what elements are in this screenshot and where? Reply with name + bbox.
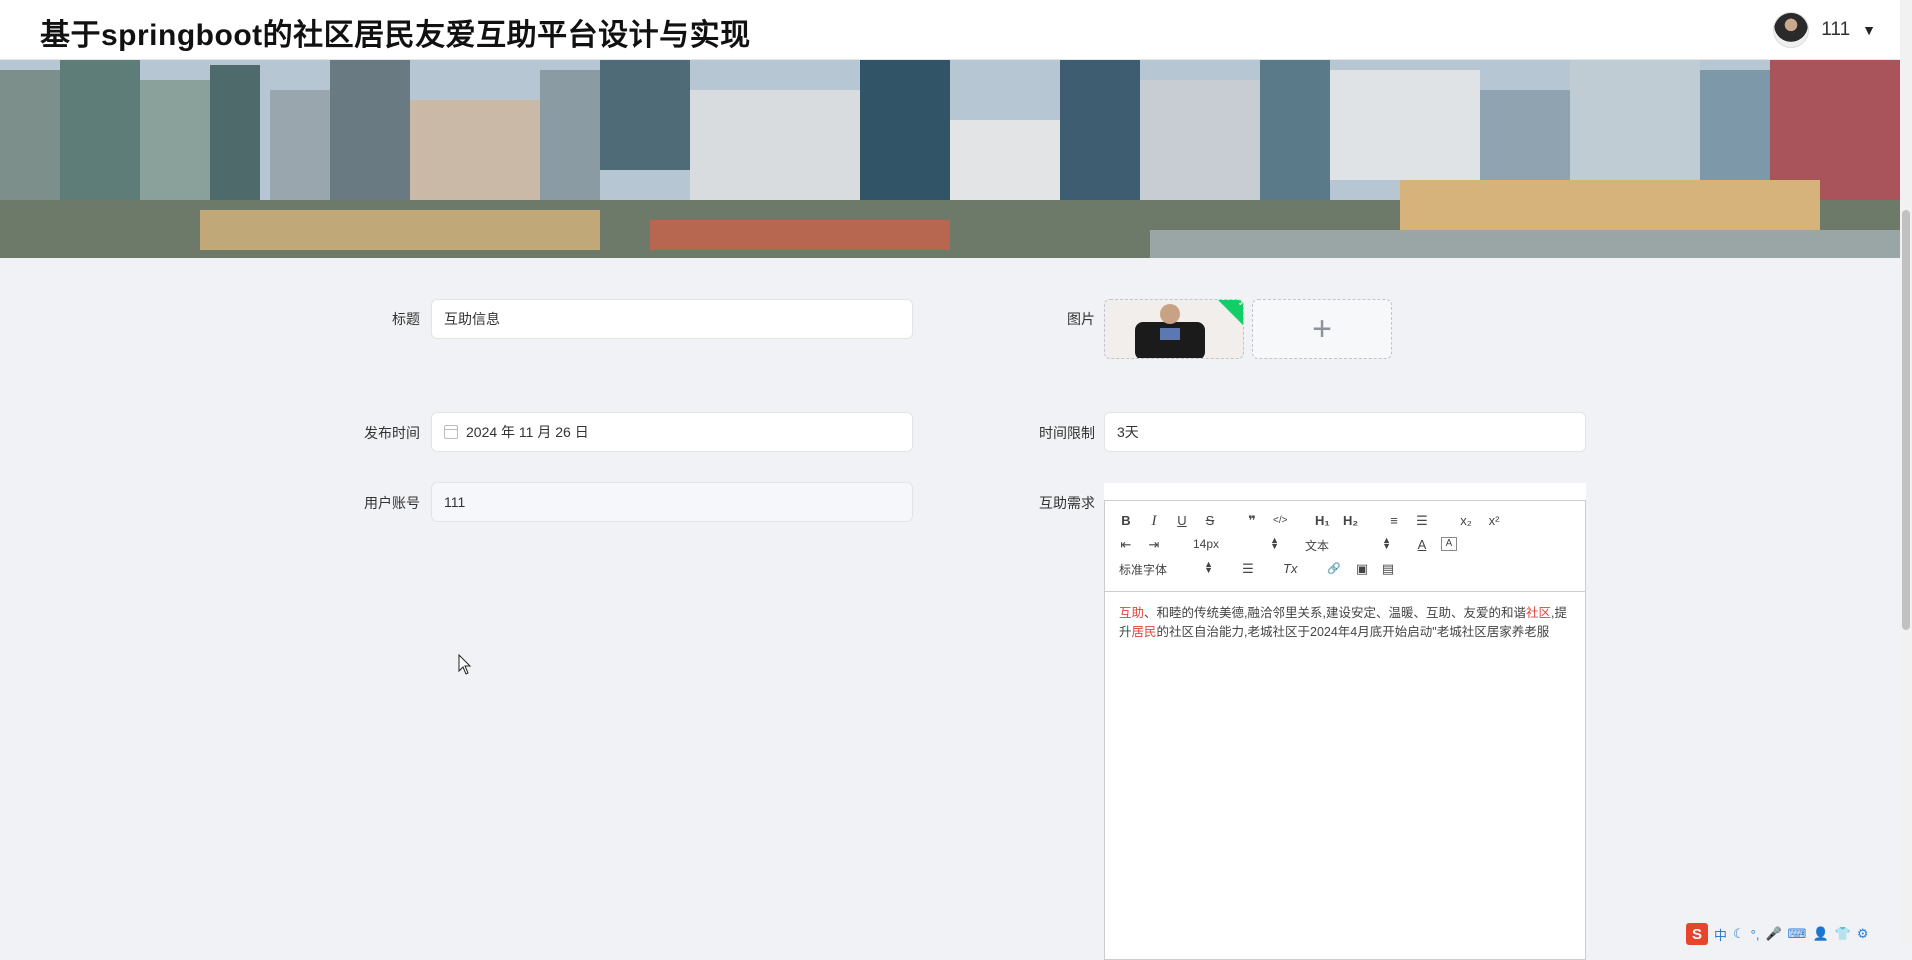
highlight-text: 社区 — [1525, 606, 1551, 620]
publish-time-label: 发布时间 — [364, 425, 420, 441]
strike-button[interactable]: S — [1203, 513, 1217, 529]
font-family-value: 标准字体 — [1119, 563, 1168, 577]
subscript-button[interactable]: x₂ — [1459, 513, 1473, 529]
scrollbar-thumb[interactable] — [1902, 210, 1910, 630]
need-label: 互助需求 — [1039, 495, 1095, 511]
italic-button[interactable]: I — [1147, 513, 1161, 529]
header1-button[interactable]: H₁ — [1315, 513, 1330, 529]
font-size-select[interactable]: 14px ▲ ▼ — [1193, 535, 1279, 552]
ime-settings-icon[interactable]: ⚙ — [1857, 926, 1869, 942]
publish-time-value: 2024 年 11 月 26 日 — [466, 424, 589, 440]
user-name[interactable]: 111 — [1821, 19, 1850, 41]
title-input[interactable]: 互助信息 — [431, 299, 913, 339]
need-rich-editor[interactable]: B I U S ❞ </> H₁ H₂ ≡ ☰ x₂ x² ⇤ ⇥ 14px ▲… — [1104, 500, 1586, 960]
highlight-text: 居民 — [1131, 625, 1157, 639]
calendar-icon — [444, 425, 458, 439]
clean-format-icon[interactable]: Tx — [1283, 561, 1297, 577]
updown-arrow-icon: ▲ ▼ — [1270, 535, 1279, 551]
superscript-button[interactable]: x² — [1487, 513, 1501, 529]
ime-punctuation-icon[interactable]: °, — [1751, 927, 1760, 942]
ordered-list-icon[interactable]: ≡ — [1387, 513, 1401, 529]
ime-skin-icon[interactable]: 👕 — [1835, 926, 1851, 942]
site-title: 基于springboot的社区居民友爱互助平台设计与实现 — [40, 19, 751, 52]
align-icon[interactable]: ☰ — [1241, 561, 1255, 577]
background-color-icon[interactable]: A — [1441, 537, 1457, 551]
content-text: 的社区自治能力,老城社区于2024年4月底开始启动"老城社区居家养老服 — [1156, 625, 1550, 639]
blockquote-icon[interactable]: ❞ — [1245, 513, 1259, 529]
time-limit-label: 时间限制 — [1039, 425, 1095, 441]
add-image-button[interactable]: + — [1252, 299, 1392, 359]
ime-user-icon[interactable]: 👤 — [1812, 926, 1828, 942]
code-block-icon[interactable]: </> — [1273, 513, 1287, 529]
uploaded-image[interactable] — [1104, 299, 1244, 359]
image-icon[interactable]: ▣ — [1355, 561, 1369, 577]
ime-chinese-icon[interactable]: 中 — [1714, 925, 1727, 944]
image-label: 图片 — [1067, 311, 1095, 327]
header-select[interactable]: 文本 ▲ ▼ — [1305, 535, 1391, 554]
ime-tray: S 中 ☾ °, 🎤 ⌨ 👤 👕 ⚙ — [1680, 922, 1912, 946]
updown-arrow-icon: ▲ ▼ — [1382, 535, 1391, 551]
ime-logo-icon[interactable]: S — [1686, 923, 1708, 945]
banner-image — [0, 60, 1900, 258]
caret-down-icon[interactable]: ▼ — [1862, 22, 1876, 38]
editor-toolbar: B I U S ❞ </> H₁ H₂ ≡ ☰ x₂ x² ⇤ ⇥ 14px ▲… — [1105, 501, 1585, 592]
user-account-input[interactable]: 111 — [431, 482, 913, 522]
mouse-cursor-icon — [458, 654, 472, 675]
updown-arrow-icon: ▲ ▼ — [1204, 559, 1213, 575]
font-family-select[interactable]: 标准字体 ▲ ▼ — [1119, 559, 1213, 578]
time-limit-input[interactable]: 3天 — [1104, 412, 1586, 452]
title-label: 标题 — [392, 311, 420, 327]
person-photo-icon — [1105, 300, 1243, 358]
user-avatar[interactable] — [1773, 12, 1810, 48]
outdent-icon[interactable]: ⇤ — [1119, 537, 1133, 553]
link-icon[interactable]: 🔗 — [1327, 561, 1341, 577]
ime-keyboard-icon[interactable]: ⌨ — [1788, 926, 1807, 942]
city-skyline-image — [0, 60, 1900, 258]
font-color-icon[interactable]: A — [1415, 537, 1429, 553]
content-text: 、和睦的传统美德,融洽邻里关系,建设安定、温暖、互助、友爱的和谐 — [1144, 606, 1526, 620]
underline-button[interactable]: U — [1175, 513, 1189, 529]
user-account-label: 用户账号 — [364, 495, 420, 511]
ime-moon-icon[interactable]: ☾ — [1733, 926, 1745, 942]
video-icon[interactable]: ▤ — [1381, 561, 1395, 577]
bold-button[interactable]: B — [1119, 513, 1133, 529]
editor-content[interactable]: 互助、和睦的传统美德,融洽邻里关系,建设安定、温暖、互助、友爱的和谐社区,提升居… — [1105, 592, 1585, 654]
bullet-list-icon[interactable]: ☰ — [1415, 513, 1429, 529]
page-scrollbar[interactable] — [1900, 0, 1912, 946]
ime-microphone-icon[interactable]: 🎤 — [1765, 926, 1781, 942]
highlight-text: 互助 — [1119, 606, 1145, 620]
editor-top-gap — [1104, 483, 1586, 500]
top-header: 基于springboot的社区居民友爱互助平台设计与实现 111 ▼ — [0, 0, 1900, 60]
font-size-value: 14px — [1193, 537, 1220, 551]
user-menu[interactable]: 111 ▼ — [1773, 12, 1876, 48]
indent-icon[interactable]: ⇥ — [1147, 537, 1161, 553]
header2-button[interactable]: H₂ — [1343, 513, 1358, 529]
header-select-value: 文本 — [1305, 539, 1330, 553]
publish-time-input[interactable]: 2024 年 11 月 26 日 — [431, 412, 913, 452]
